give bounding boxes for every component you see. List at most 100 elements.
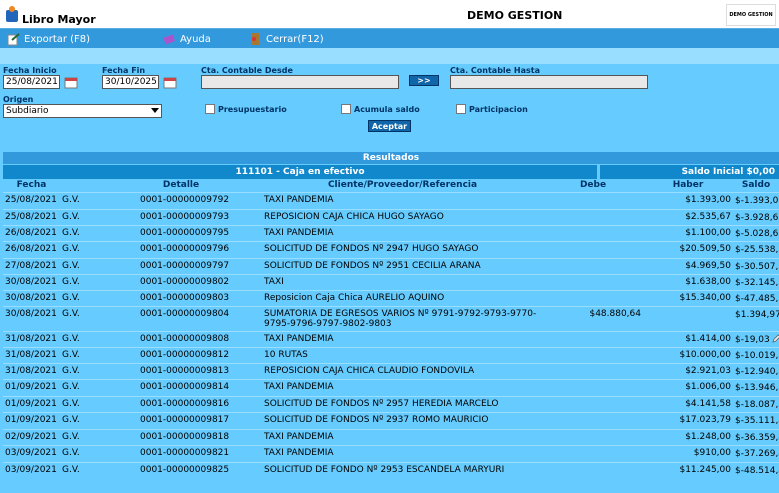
calendar-icon[interactable] [163, 75, 177, 89]
cell-detalle: 0001-00000009802 [100, 273, 262, 290]
cell-cliente: SOLICITUD DE FONDOS Nº 2937 ROMO MAURICI… [262, 411, 543, 429]
cell-detalle: 0001-00000009816 [100, 395, 262, 412]
cell-haber: $1.393,00 [643, 191, 733, 209]
cell-fecha: 01/09/2021 [3, 395, 60, 412]
cell-tipo: G.V. [60, 257, 100, 274]
cell-saldo: $-10.019,03 [733, 346, 779, 363]
cell-debe [543, 240, 643, 258]
col-cliente: Cliente/Proveedor/Referencia [327, 180, 478, 191]
saldo-value: $-19,03 [735, 334, 770, 345]
table-row: 27/08/2021 G.V. 0001-00000009797 SOLICITUD … [3, 257, 779, 274]
cell-cliente: TAXI [262, 273, 543, 290]
app-title: Libro Mayor [22, 13, 96, 26]
saldo-value: $-37.269,43 [735, 448, 779, 459]
cell-debe [543, 362, 643, 379]
cell-tipo: G.V. [60, 378, 100, 396]
cell-detalle: 0001-00000009804 [100, 305, 262, 331]
cell-cliente: SOLICITUD DE FONDO Nº 2953 ESCANDELA MAR… [262, 461, 543, 487]
cell-cliente: SOLICITUD DE FONDOS Nº 2957 HEREDIA MARC… [262, 395, 543, 412]
saldo-value: $-18.087,64 [735, 399, 779, 410]
cell-fecha: 03/09/2021 [3, 461, 60, 487]
saldo-value: $-10.019,03 [735, 350, 779, 361]
cell-debe [543, 257, 643, 274]
table-row: 01/09/2021 G.V. 0001-00000009817 SOLICITUD … [3, 411, 779, 429]
col-debe: Debe [579, 180, 607, 191]
presupuestario-checkbox[interactable]: Presupuestario [205, 104, 287, 114]
cell-debe: $48.880,64 [543, 305, 643, 331]
go-button[interactable]: >> [409, 75, 439, 86]
cell-fecha: 26/08/2021 [3, 224, 60, 241]
cell-haber: $17.023,79 [643, 411, 733, 429]
cell-tipo: G.V. [60, 411, 100, 429]
saldo-value: $1.394,97 [735, 309, 779, 320]
saldo-value: $-25.538,17 [735, 244, 779, 255]
cell-saldo: $-35.111,43 [733, 411, 779, 429]
cell-cliente: TAXI PANDEMIA [262, 330, 543, 347]
ledger-body: 25/08/2021 G.V. 0001-00000009792 TAXI PANDE… [3, 191, 779, 487]
cta-hasta-label: Cta. Contable Hasta [450, 66, 540, 75]
cell-debe [543, 346, 643, 363]
table-row: 26/08/2021 G.V. 0001-00000009796 SOLICITUD … [3, 240, 779, 258]
cell-fecha: 30/08/2021 [3, 305, 60, 331]
cell-fecha: 03/09/2021 [3, 444, 60, 462]
cell-saldo: $-47.485,67 [733, 289, 779, 306]
saldo-value: $-5.028,67 [735, 228, 779, 239]
help-button[interactable]: Ayuda [162, 32, 211, 46]
results-header: Resultados [3, 152, 779, 164]
col-detalle: Detalle [162, 180, 200, 191]
cell-cliente: TAXI PANDEMIA [262, 191, 543, 209]
cell-haber: $15.340,00 [643, 289, 733, 306]
table-row: 31/08/2021 G.V. 0001-00000009813 REPOSICION… [3, 362, 779, 379]
help-book-icon [163, 34, 176, 45]
saldo-inicial: Saldo Inicial $0,00 [600, 165, 779, 179]
fecha-inicio-label: Fecha Inicio [3, 66, 57, 75]
saldo-value: $-32.145,67 [735, 277, 779, 288]
aceptar-button[interactable]: Aceptar [368, 120, 411, 132]
cell-detalle: 0001-00000009813 [100, 362, 262, 379]
export-label: Exportar (F8) [24, 33, 91, 45]
cta-desde-input[interactable] [201, 75, 399, 89]
title-bar: Libro Mayor DEMO GESTION DEMO GESTION [0, 0, 779, 29]
cell-cliente: SOLICITUD DE FONDOS Nº 2947 HUGO SAYAGO [262, 240, 543, 258]
fecha-inicio-input[interactable]: 25/08/2021 [3, 75, 60, 89]
close-label: Cerrar(F12) [266, 33, 324, 45]
cell-cliente: Reposicion Caja Chica AURELIO AQUINO [262, 289, 543, 306]
calendar-icon[interactable] [64, 75, 78, 89]
company-badge: DEMO GESTION [726, 4, 776, 26]
col-haber: Haber [672, 180, 704, 191]
cell-fecha: 30/08/2021 [3, 289, 60, 306]
table-row: 01/09/2021 G.V. 0001-00000009816 SOLICITUD … [3, 395, 779, 412]
cell-tipo: G.V. [60, 240, 100, 258]
cell-detalle: 0001-00000009817 [100, 411, 262, 429]
cell-cliente: 10 RUTAS [262, 346, 543, 363]
table-row: 25/08/2021 G.V. 0001-00000009793 REPOSICION… [3, 208, 779, 225]
cell-debe [543, 191, 643, 209]
cell-saldo: $-5.028,67 [733, 224, 779, 241]
close-button[interactable]: Cerrar(F12) [248, 32, 324, 46]
cell-cliente: SUMATORIA DE EGRESOS VARIOS Nº 9791-9792… [262, 305, 543, 331]
cell-haber: $1.100,00 [643, 224, 733, 241]
saldo-value: $-48.514,43 [735, 465, 779, 476]
export-button[interactable]: Exportar (F8) [6, 32, 90, 46]
cell-tipo: G.V. [60, 444, 100, 462]
acumula-saldo-checkbox[interactable]: Acumula saldo [341, 104, 420, 114]
cell-detalle: 0001-00000009792 [100, 191, 262, 209]
cell-haber [643, 305, 733, 331]
cta-hasta-input[interactable] [450, 75, 648, 89]
table-row: 30/08/2021 G.V. 0001-00000009802 TAXI $1.638… [3, 273, 779, 290]
cell-fecha: 25/08/2021 [3, 208, 60, 225]
cell-haber: $1.006,00 [643, 378, 733, 396]
table-row: 30/08/2021 G.V. 0001-00000009803 Reposicion… [3, 289, 779, 306]
fecha-fin-input[interactable]: 30/10/2025 [102, 75, 159, 89]
table-row: 30/08/2021 G.V. 0001-00000009804 SUMATORIA … [3, 305, 779, 331]
cell-detalle: 0001-00000009803 [100, 289, 262, 306]
cell-cliente: TAXI PANDEMIA [262, 378, 543, 396]
table-row: 02/09/2021 G.V. 0001-00000009818 TAXI PANDE… [3, 428, 779, 445]
edit-pencil-icon[interactable] [772, 333, 779, 343]
participacion-checkbox[interactable]: Participacion [456, 104, 528, 114]
cell-tipo: G.V. [60, 428, 100, 445]
cell-tipo: G.V. [60, 208, 100, 225]
table-row: 03/09/2021 G.V. 0001-00000009821 TAXI PANDE… [3, 444, 779, 462]
origen-select[interactable]: Subdiario [3, 104, 162, 118]
cell-haber: $910,00 [643, 444, 733, 462]
